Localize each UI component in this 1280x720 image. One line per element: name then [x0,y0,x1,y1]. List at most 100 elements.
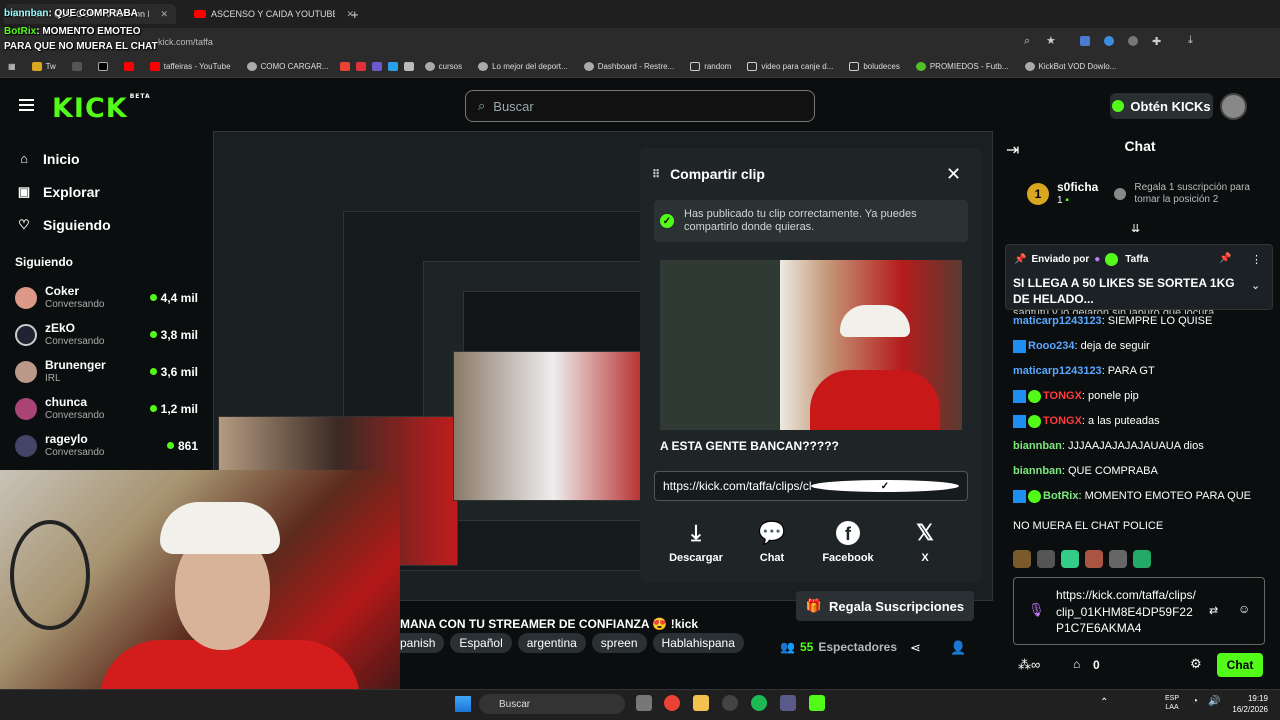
bookmark-item[interactable]: COMO CARGAR... [239,62,337,71]
following-channel[interactable]: zEkO Conversando 3,8 mil [0,316,210,353]
star-icon[interactable]: ★ [1046,34,1056,47]
search-input[interactable]: ⌕ Buscar [465,90,815,122]
bookmark-item[interactable] [337,62,353,71]
tag[interactable]: argentina [517,633,586,653]
folder-icon[interactable]: boludeces [841,62,907,71]
chat-username[interactable]: Rooo234 [1028,340,1074,352]
share-chat-button[interactable]: 💬 Chat [734,518,810,564]
chevron-down-icon[interactable]: ⌄ [1251,279,1260,292]
following-channel[interactable]: chunca Conversando 1,2 mil [0,390,210,427]
kick-app-icon[interactable] [809,695,825,711]
emote[interactable] [1037,550,1055,568]
following-channel[interactable]: Coker Conversando 4,4 mil [0,279,210,316]
chat-username[interactable]: biannban [1013,440,1062,452]
language-indicator[interactable]: ESP LAA [1165,694,1179,712]
store-icon[interactable]: ⌂ [1073,657,1080,671]
bookmark-item[interactable]: Tw [24,62,64,71]
windows-start-icon[interactable] [455,696,471,712]
taskbar-clock[interactable]: 19:19 16/2/2026 [1220,693,1268,715]
tag[interactable]: Español [450,633,512,653]
following-channel[interactable]: rageylo Conversando 861 [0,427,210,464]
bookmark-item[interactable]: cursos [417,62,471,71]
settings-gear-icon[interactable]: ⚙ [1190,656,1202,672]
chat-username[interactable]: biannban [1013,465,1062,477]
chrome-icon[interactable] [664,695,680,711]
chat-username[interactable]: maticarp1243123 [1013,365,1102,377]
clip-url-field[interactable]: https://kick.com/taffa/clips/clip_01KHM8… [654,471,968,501]
folder-icon[interactable]: random [682,62,739,71]
chat-username[interactable]: TONGX [1043,390,1082,402]
follow-icon[interactable]: 👤 [950,640,966,656]
get-kicks-button[interactable]: Obtén KICKs [1110,93,1213,119]
folder-icon[interactable]: video para canje d... [739,62,841,71]
extension-icon[interactable] [1080,36,1090,46]
gift-subs-button[interactable]: 🎁 Regala Suscripciones [796,591,974,621]
bookmark-item[interactable] [353,62,369,71]
pin-icon[interactable]: 📌 [1219,253,1231,264]
expand-icon[interactable]: ⇊ [1131,222,1140,235]
app-icon[interactable] [722,695,738,711]
puzzle-icon[interactable]: ✚ [1152,35,1161,48]
emote[interactable] [1061,550,1079,568]
bookmark-item[interactable]: taffeiras - YouTube [142,62,239,71]
bookmark-item[interactable]: Dashboard - Restre... [576,62,682,71]
bookmark-item[interactable] [90,62,116,71]
drag-handle-icon[interactable]: ⠿ [652,168,660,181]
emote[interactable] [1085,550,1103,568]
tag[interactable]: panish [400,633,445,653]
download-icon[interactable]: ⤓ [1188,34,1193,47]
extension-icon[interactable] [1104,36,1114,46]
bookmark-item[interactable] [385,62,401,71]
nav-explore[interactable]: ▣ Explorar [0,175,210,208]
bookmark-item[interactable] [401,62,417,71]
tag[interactable]: spreen [591,633,647,653]
task-view-icon[interactable] [636,695,652,711]
hamburger-menu-icon[interactable] [19,99,34,111]
spotify-icon[interactable] [751,695,767,711]
download-button[interactable]: ⤓ Descargar [658,518,734,564]
user-avatar[interactable] [1220,93,1247,120]
system-tray-chevron-icon[interactable]: ⌃ [1100,697,1108,708]
bookmark-item[interactable] [369,62,385,71]
translate-icon[interactable]: ⇄ [1209,604,1218,617]
nav-home[interactable]: ⌂ Inicio [0,142,210,175]
emote[interactable] [1013,550,1031,568]
new-tab-button[interactable]: + [343,4,367,24]
clip-thumbnail[interactable] [660,260,962,430]
kick-logo[interactable]: KICK BETA [52,93,151,124]
share-icon[interactable]: ⋖ [910,640,921,656]
bookmark-item[interactable] [116,62,142,71]
bookmark-item[interactable]: KickBot VOD Dowlo... [1017,62,1125,71]
bookmark-item[interactable]: PROMIEDOS - Futb... [908,62,1017,71]
copy-check-icon[interactable]: ✓ [811,480,959,492]
file-explorer-icon[interactable] [693,695,709,711]
bookmark-item[interactable]: Lo mejor del deport... [470,62,576,71]
url-field[interactable]: kick.com/taffa [158,37,213,47]
taskbar-search[interactable]: Buscar [479,694,625,714]
volume-icon[interactable]: 🔊 [1208,696,1220,707]
share-facebook-button[interactable]: f Facebook [810,518,886,564]
close-tab-icon[interactable]: ✕ [160,9,168,20]
emote[interactable] [1133,550,1151,568]
bookmark-item[interactable] [64,62,90,71]
wifi-icon[interactable]: ◔ [1192,696,1198,707]
chat-username[interactable]: maticarp1243123 [1013,315,1102,327]
send-chat-button[interactable]: Chat [1217,653,1263,677]
more-options-icon[interactable]: ⋮ [1251,253,1262,266]
extension-icon[interactable] [1128,36,1138,46]
store-icon[interactable] [780,695,796,711]
chat-username[interactable]: TONGX [1043,415,1082,427]
share-x-button[interactable]: 𝕏X [887,518,963,564]
nav-following[interactable]: ♡ Siguiendo [0,208,210,241]
zoom-icon[interactable]: ⌕ [1024,35,1030,48]
apps-icon[interactable]: ▦ [0,62,24,71]
close-icon[interactable]: ✕ [946,164,961,185]
pinned-message[interactable]: 📌 Enviado por ● Taffa 📌 ⋮ SI LLEGA A 50 LIK… [1005,244,1273,310]
tag[interactable]: Hablahispana [652,633,744,653]
emoji-icon[interactable]: ☺ [1238,602,1250,616]
chat-username[interactable]: BotRix [1043,490,1078,502]
channel-points-icon[interactable]: ⁂∞ [1018,657,1040,673]
following-channel[interactable]: Brunenger IRL 3,6 mil [0,353,210,390]
emote[interactable] [1109,550,1127,568]
mic-icon[interactable]: 🎙 [1028,602,1045,618]
